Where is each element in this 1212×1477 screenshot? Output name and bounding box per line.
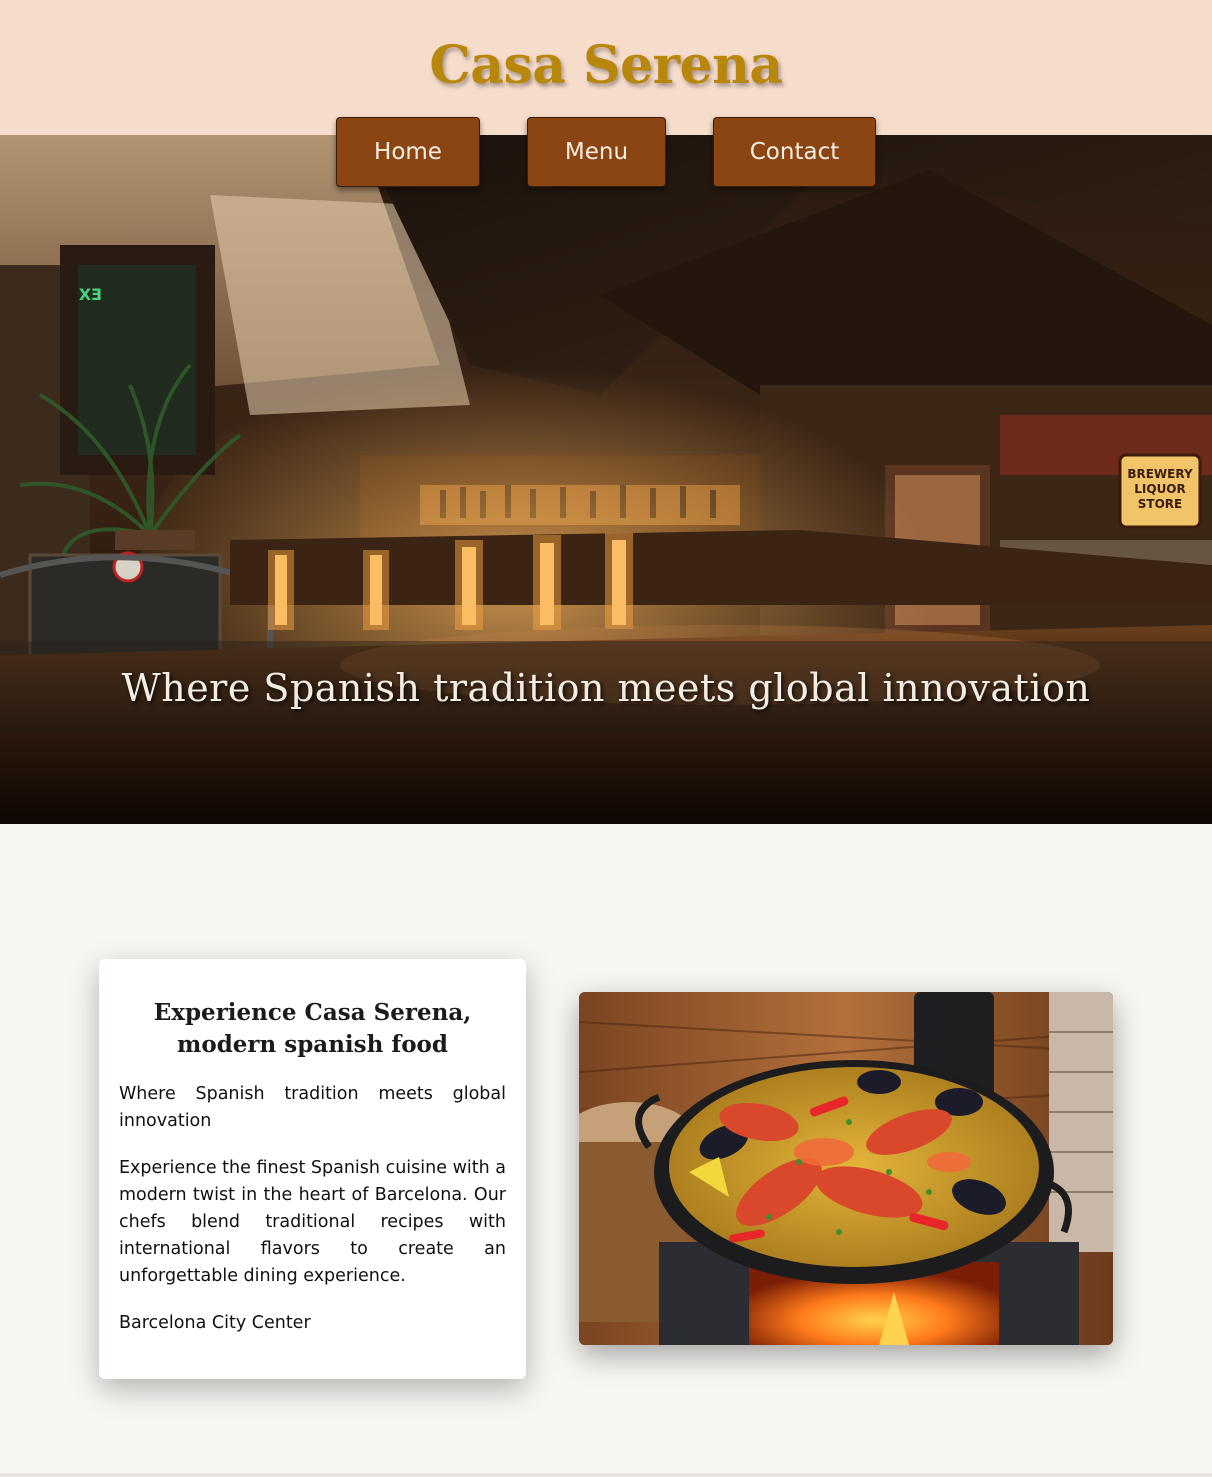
hero-section: BREWERY LIQUOR STORE EX Where Spanish tr… [0,135,1212,824]
about-description: Experience the finest Spanish cuisine wi… [119,1158,506,1286]
nav-menu-button[interactable]: Menu [527,117,666,187]
footer-divider [0,1473,1212,1477]
store-sign-line1: BREWERY [1127,467,1193,481]
paella-photo [579,992,1113,1345]
about-location: Barcelona City Center [119,1313,311,1333]
about-title: Experience Casa Serena, modern spanish f… [153,999,472,1058]
nav-home-button[interactable]: Home [336,117,480,187]
store-sign-line3: STORE [1138,497,1182,511]
about-card: Experience Casa Serena, modern spanish f… [99,959,526,1379]
exit-sign: EX [78,285,102,304]
nav-contact-button[interactable]: Contact [713,117,876,187]
hero-tagline: Where Spanish tradition meets global inn… [121,666,1091,710]
site-header: Casa Serena [0,0,1212,135]
main-nav: Home Menu Contact [0,117,1212,189]
about-subtitle: Where Spanish tradition meets global inn… [119,1084,506,1131]
store-sign-line2: LIQUOR [1134,482,1186,496]
site-logo[interactable]: Casa Serena [0,34,1212,98]
